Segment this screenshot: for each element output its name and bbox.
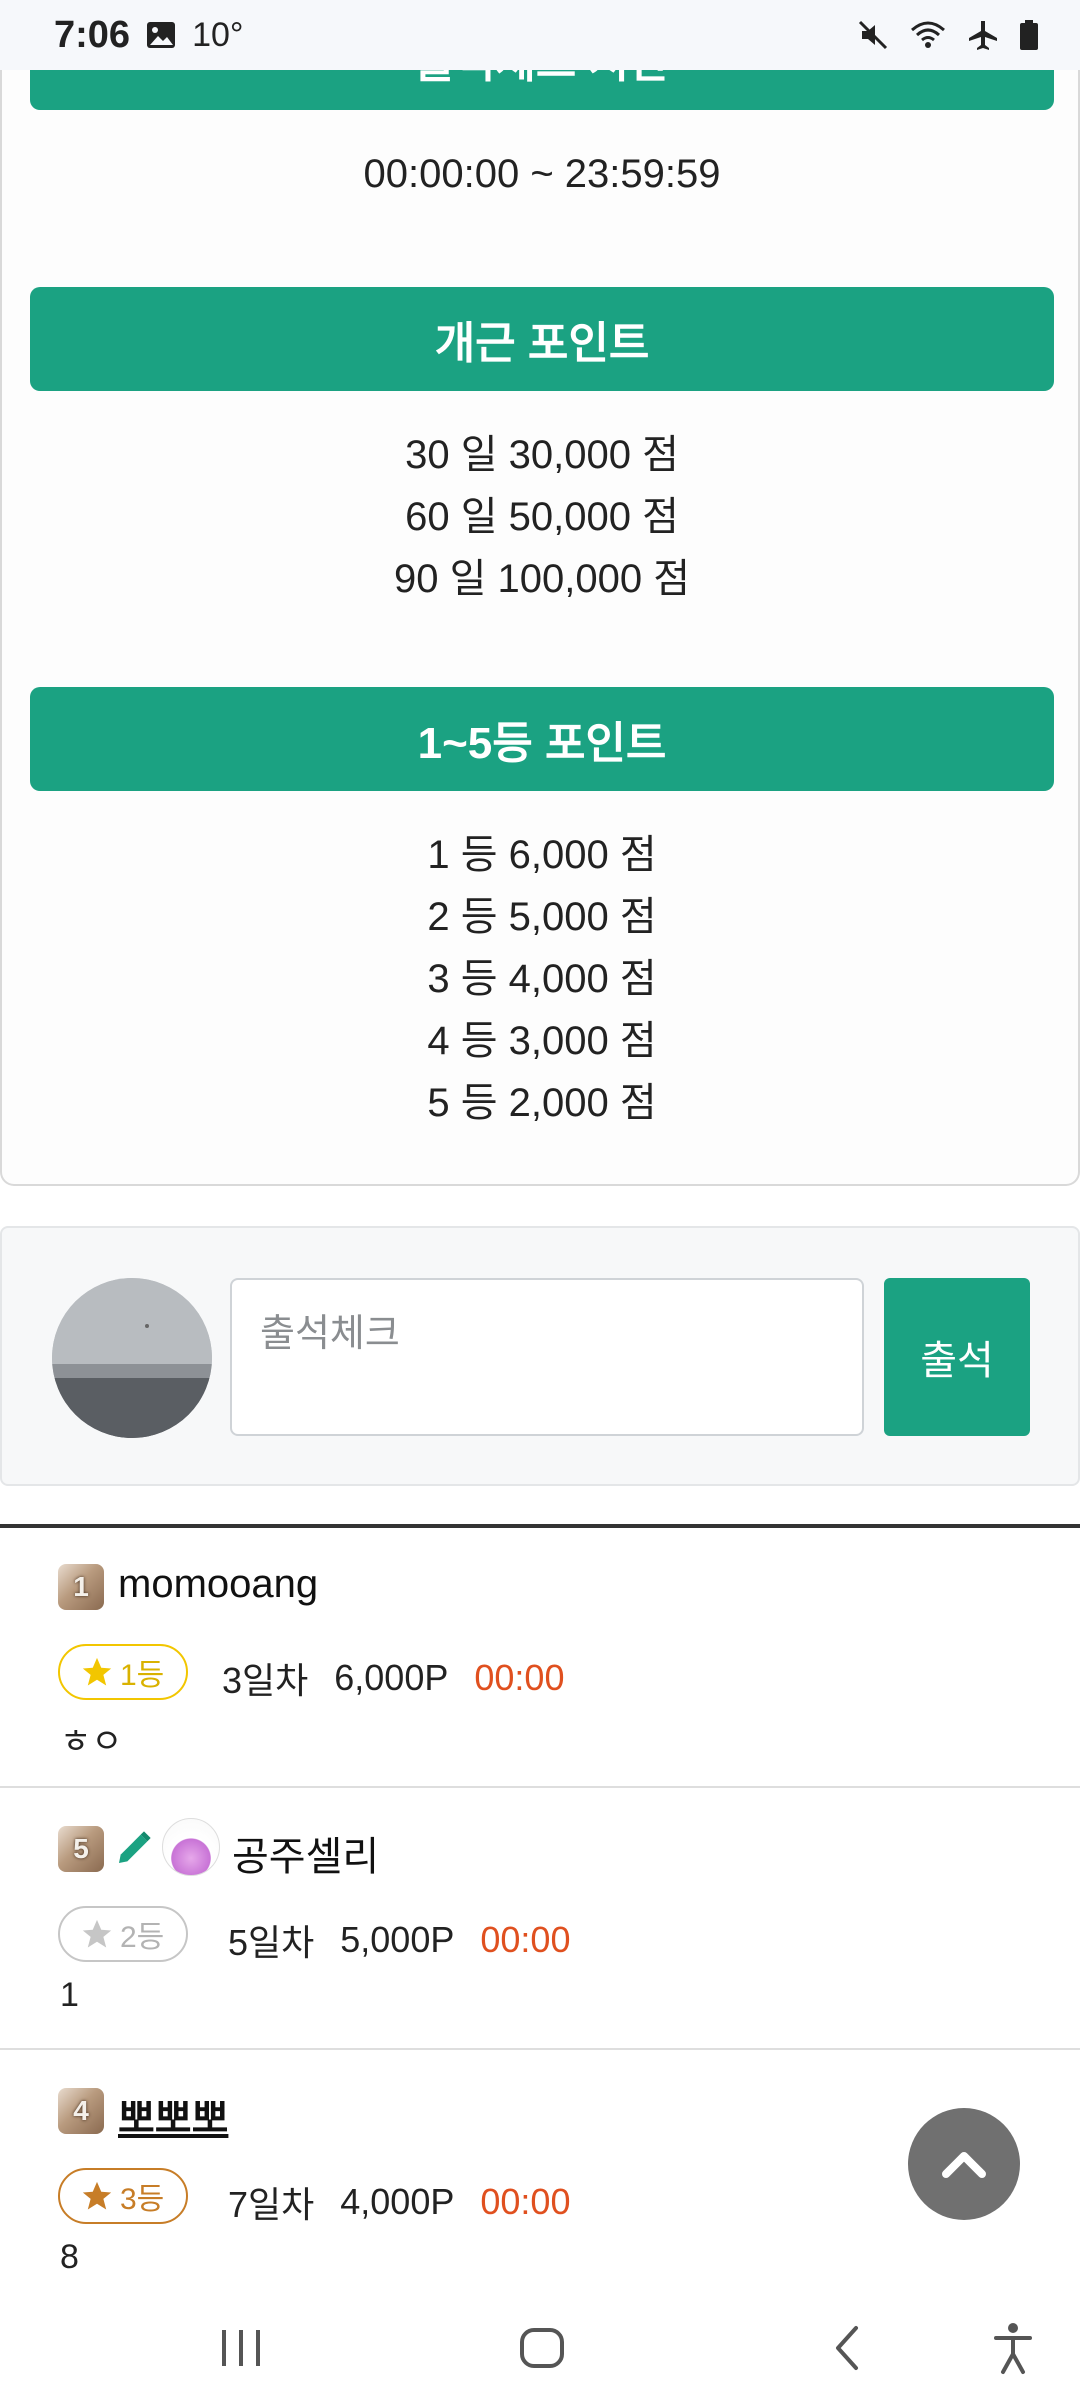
recent-apps-button[interactable] <box>216 2318 266 2383</box>
entry-days: 5일차 <box>228 1922 315 1963</box>
rank-point-line: 5 등 2,000 점 <box>427 1081 657 1125</box>
entry-points: 6,000P <box>334 1657 449 1698</box>
rank-point-line: 1 등 6,000 점 <box>427 833 657 877</box>
entry-memo: 8 <box>60 2238 79 2276</box>
entry-days: 3일차 <box>222 1660 309 1701</box>
chevron-up-icon <box>942 2152 986 2178</box>
entry-meta: 5일차 5,000P 00:00 <box>228 1914 570 1966</box>
info-card: 출석체크 시간 00:00:00 ~ 23:59:59 개근 포인트 30 일 … <box>0 6 1080 1186</box>
rank-point-line: 2 등 5,000 점 <box>427 895 657 939</box>
entry-username[interactable]: 공주셀리 <box>232 1824 379 1882</box>
entry-username[interactable]: 뽀뽀뽀 <box>118 2086 228 2144</box>
entry-meta: 7일차 4,000P 00:00 <box>228 2176 570 2228</box>
time-range: 00:00:00 ~ 23:59:59 <box>363 152 721 196</box>
rank-point-line: 4 등 3,000 점 <box>427 1019 657 1063</box>
star-icon <box>82 1657 112 1686</box>
wifi-icon <box>908 18 948 52</box>
home-button[interactable] <box>514 2318 570 2383</box>
star-icon <box>82 1919 112 1948</box>
streak-point-line: 90 일 100,000 점 <box>393 557 691 601</box>
navigation-bar <box>0 2290 1080 2408</box>
accessibility-icon <box>994 2323 1032 2374</box>
rank-header: 1~5등 포인트 <box>30 687 1054 791</box>
entry-days: 7일차 <box>228 2184 315 2225</box>
rank-label: 3등 <box>120 2183 165 2216</box>
entry-time: 00:00 <box>480 1919 571 1960</box>
level-badge: 4 <box>58 2088 104 2134</box>
rank-label: 2등 <box>120 1921 165 1954</box>
level-badge: 1 <box>58 1564 104 1610</box>
entry-meta: 3일차 6,000P 00:00 <box>222 1652 564 1704</box>
mini-avatar <box>162 1818 220 1876</box>
scroll-top-button[interactable] <box>908 2108 1020 2220</box>
checkin-button[interactable]: 출석 <box>884 1278 1030 1436</box>
entry-time: 00:00 <box>480 2181 571 2222</box>
checkin-form: 출석 <box>0 1226 1080 1486</box>
back-icon <box>836 2326 858 2370</box>
entry-memo: 1 <box>60 1976 79 2014</box>
status-temperature: 10° <box>192 15 244 54</box>
entry-username[interactable]: momooang <box>118 1562 318 1607</box>
list-item: 1 momooang 1등 3일차 6,000P 00:00 ㅎㅇ <box>0 1528 1080 1788</box>
status-bar: 7:06 10° <box>0 0 1080 70</box>
accessibility-button[interactable] <box>988 2318 1038 2383</box>
entry-time: 00:00 <box>474 1657 565 1698</box>
list-item: 5 공주셀리 2등 5일차 5,000P 00:00 1 <box>0 1790 1080 2050</box>
entry-points: 4,000P <box>340 2181 455 2222</box>
checkin-memo-input[interactable] <box>230 1278 864 1436</box>
entry-memo: ㅎㅇ <box>60 1723 123 1761</box>
rank-pill: 3등 <box>58 2168 189 2224</box>
star-icon <box>82 2181 112 2210</box>
rank-pill: 1등 <box>58 1644 189 1700</box>
airplane-icon <box>966 18 1000 52</box>
streak-point-line: 60 일 50,000 점 <box>405 495 679 539</box>
level-badge: 5 <box>58 1826 104 1872</box>
streak-header: 개근 포인트 <box>30 287 1054 391</box>
battery-icon <box>1018 18 1040 52</box>
recent-apps-icon <box>222 2330 260 2366</box>
rank-point-line: 3 등 4,000 점 <box>427 957 657 1001</box>
image-icon <box>144 18 178 52</box>
rank-pill: 2등 <box>58 1906 189 1962</box>
back-button[interactable] <box>822 2318 872 2383</box>
mute-icon <box>856 18 890 52</box>
entry-points: 5,000P <box>340 1919 455 1960</box>
home-icon <box>520 2328 564 2368</box>
status-time: 7:06 <box>54 13 131 56</box>
user-avatar <box>52 1278 212 1438</box>
pencil-icon <box>119 1831 151 1863</box>
rank-label: 1등 <box>120 1659 165 1692</box>
streak-point-line: 30 일 30,000 점 <box>405 433 679 477</box>
